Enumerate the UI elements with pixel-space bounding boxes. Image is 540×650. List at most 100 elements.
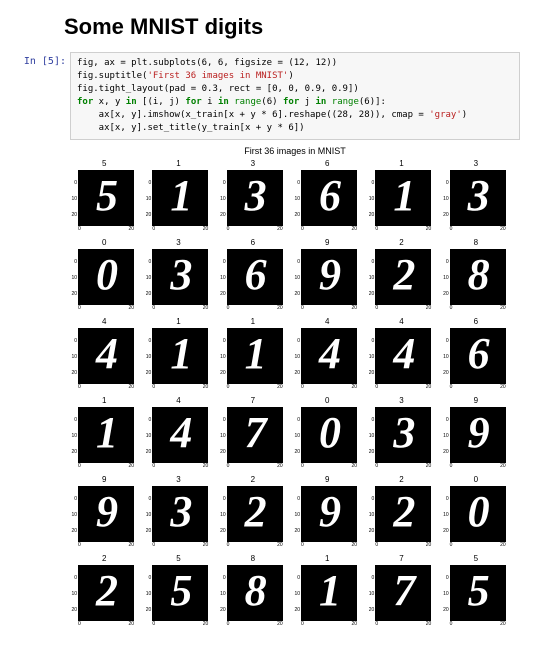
x-ticks: 020 [227, 226, 283, 233]
digit-image: 2 [375, 486, 431, 542]
x-ticks: 020 [450, 226, 506, 233]
subplot-title: 9 [70, 476, 138, 486]
output-area: First 36 images in MNIST 501020502010102… [70, 146, 520, 628]
digit-image: 3 [152, 249, 208, 305]
x-ticks: 020 [301, 542, 357, 549]
subplot: 7010207020 [367, 555, 435, 628]
subplot-title: 0 [442, 476, 510, 486]
subplot: 3010203020 [367, 397, 435, 470]
subplot: 1010201020 [219, 318, 287, 391]
y-ticks: 01020 [367, 259, 374, 297]
subplot-title: 1 [219, 318, 287, 328]
subplot-title: 3 [144, 476, 212, 486]
digit-image: 3 [375, 407, 431, 463]
subplot: 2010202020 [367, 239, 435, 312]
digit-image: 1 [227, 328, 283, 384]
subplot-title: 2 [219, 476, 287, 486]
digit-image: 1 [301, 565, 357, 621]
digit-image: 5 [152, 565, 208, 621]
y-ticks: 01020 [442, 496, 449, 534]
x-ticks: 020 [78, 305, 134, 312]
x-ticks: 020 [450, 542, 506, 549]
x-ticks: 020 [301, 226, 357, 233]
digit-image: 8 [227, 565, 283, 621]
y-ticks: 01020 [144, 496, 151, 534]
y-ticks: 01020 [293, 496, 300, 534]
y-ticks: 01020 [144, 259, 151, 297]
x-ticks: 020 [375, 542, 431, 549]
y-ticks: 01020 [442, 180, 449, 218]
x-ticks: 020 [450, 463, 506, 470]
subplot-title: 4 [293, 318, 361, 328]
y-ticks: 01020 [70, 259, 77, 297]
subplot: 1010201020 [144, 160, 212, 233]
y-ticks: 01020 [293, 338, 300, 376]
x-ticks: 020 [375, 226, 431, 233]
y-ticks: 01020 [293, 180, 300, 218]
y-ticks: 01020 [367, 575, 374, 613]
y-ticks: 01020 [219, 180, 226, 218]
x-ticks: 020 [450, 305, 506, 312]
subplot-title: 4 [144, 397, 212, 407]
subplot: 6010206020 [293, 160, 361, 233]
y-ticks: 01020 [144, 338, 151, 376]
digit-image: 9 [301, 249, 357, 305]
digit-image: 4 [301, 328, 357, 384]
subplot-title: 4 [367, 318, 435, 328]
y-ticks: 01020 [293, 259, 300, 297]
subplot-title: 6 [219, 239, 287, 249]
subplot-title: 1 [144, 318, 212, 328]
cell-prompt: In [5]: [20, 52, 66, 67]
x-ticks: 020 [152, 384, 208, 391]
subplot-title: 9 [293, 476, 361, 486]
subplot-title: 1 [70, 397, 138, 407]
digit-image: 1 [152, 170, 208, 226]
subplot: 3010203020 [219, 160, 287, 233]
subplot: 3010203020 [144, 239, 212, 312]
x-ticks: 020 [78, 226, 134, 233]
subplot-title: 7 [219, 397, 287, 407]
subplot-title: 6 [442, 318, 510, 328]
subplot-title: 9 [293, 239, 361, 249]
x-ticks: 020 [375, 384, 431, 391]
subplot: 9010209020 [442, 397, 510, 470]
subplot-title: 3 [442, 160, 510, 170]
x-ticks: 020 [152, 542, 208, 549]
digit-image: 7 [375, 565, 431, 621]
subplot: 0010200020 [293, 397, 361, 470]
x-ticks: 020 [227, 463, 283, 470]
x-ticks: 020 [227, 384, 283, 391]
y-ticks: 01020 [219, 417, 226, 455]
digit-image: 6 [450, 328, 506, 384]
digit-image: 0 [301, 407, 357, 463]
subplot: 9010209020 [293, 476, 361, 549]
digit-image: 9 [450, 407, 506, 463]
subplot-title: 2 [367, 476, 435, 486]
digit-image: 0 [78, 249, 134, 305]
y-ticks: 01020 [442, 338, 449, 376]
digit-image: 2 [227, 486, 283, 542]
subplot-title: 0 [70, 239, 138, 249]
y-ticks: 01020 [144, 180, 151, 218]
subplot: 3010203020 [144, 476, 212, 549]
y-ticks: 01020 [367, 417, 374, 455]
subplot-title: 3 [367, 397, 435, 407]
y-ticks: 01020 [442, 417, 449, 455]
subplot: 5010205020 [144, 555, 212, 628]
subplot: 1010201020 [144, 318, 212, 391]
digit-image: 5 [450, 565, 506, 621]
subplot: 2010202020 [70, 555, 138, 628]
subplot: 1010201020 [70, 397, 138, 470]
digit-image: 4 [78, 328, 134, 384]
digit-image: 1 [152, 328, 208, 384]
code-input[interactable]: fig, ax = plt.subplots(6, 6, figsize = (… [70, 52, 520, 140]
x-ticks: 020 [152, 305, 208, 312]
x-ticks: 020 [301, 621, 357, 628]
x-ticks: 020 [375, 621, 431, 628]
y-ticks: 01020 [219, 575, 226, 613]
subplot: 4010204020 [144, 397, 212, 470]
y-ticks: 01020 [144, 417, 151, 455]
x-ticks: 020 [375, 305, 431, 312]
x-ticks: 020 [78, 542, 134, 549]
notebook-heading: Some MNIST digits [64, 14, 520, 40]
